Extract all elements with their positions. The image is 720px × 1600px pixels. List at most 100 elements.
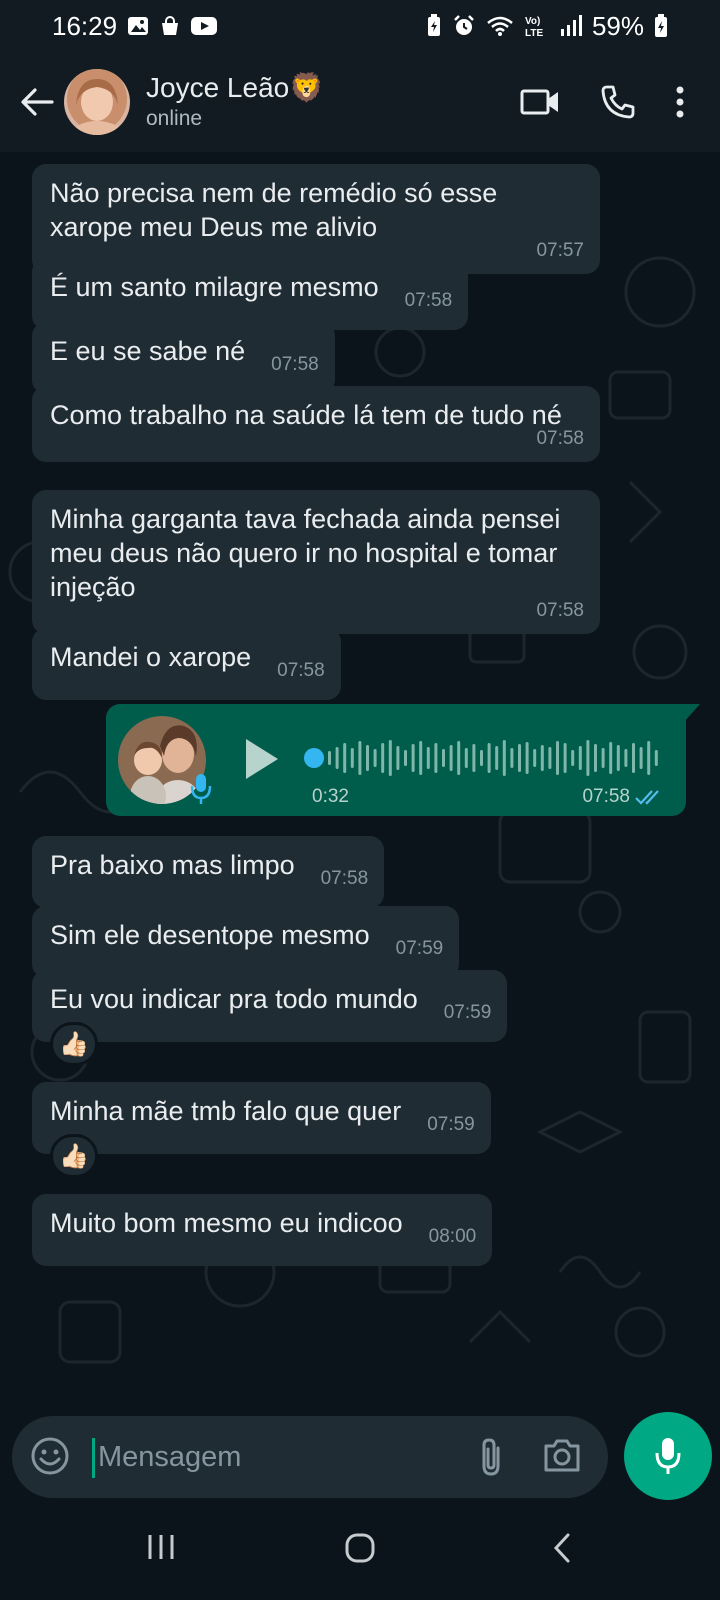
waveform-bar [647, 741, 651, 775]
system-nav-bar [0, 1506, 720, 1600]
waveform-bar [487, 743, 491, 773]
message-text: Minha garganta tava fechada ainda pensei… [50, 504, 561, 602]
camera-button[interactable] [542, 1436, 582, 1479]
message-text: E eu se sabe né [50, 336, 246, 366]
message-text: Mandei o xarope [50, 642, 252, 672]
message-bubble[interactable]: Como trabalho na saúde lá tem de tudo né… [32, 386, 600, 462]
waveform-bar [335, 747, 339, 769]
waveform-bar [563, 743, 567, 773]
shopping-bag-icon [159, 15, 181, 37]
phone-icon [601, 85, 635, 119]
thumbs-up-reaction: 👍🏻 [59, 1030, 89, 1058]
waveform-bar [502, 740, 506, 776]
waveform-bar [510, 748, 514, 768]
contact-status: online [146, 107, 203, 130]
waveform-bar [594, 744, 597, 772]
battery-icon [654, 14, 668, 38]
waveform-bar [472, 744, 476, 772]
emoji-icon [31, 1437, 69, 1475]
waveform-bar [495, 746, 499, 770]
volte-icon: Vo) LTE [524, 14, 550, 38]
message-composer [0, 1410, 720, 1506]
message-input[interactable] [98, 1430, 458, 1484]
message-bubble[interactable]: Muito bom mesmo eu indicoo 08:00 [32, 1194, 493, 1266]
message-text: É um santo milagre mesmo [50, 272, 379, 302]
waveform-bar [426, 747, 430, 769]
recent-apps-button[interactable] [146, 1532, 176, 1562]
waveform-bar [571, 750, 575, 766]
alarm-icon [452, 14, 476, 38]
battery-percentage: 59% [591, 10, 644, 41]
status-bar: 16:29 Vo) LTE 59% [0, 0, 720, 52]
waveform-bar [411, 744, 415, 772]
playhead-dot[interactable] [304, 748, 324, 768]
message-input-container[interactable] [12, 1416, 608, 1498]
voice-waveform[interactable] [302, 734, 664, 782]
text-cursor [92, 1438, 95, 1478]
play-button[interactable] [242, 736, 282, 787]
waveform-bar [548, 747, 552, 769]
microphone-icon [655, 1438, 681, 1474]
waveform-bar [388, 740, 392, 776]
contact-info[interactable]: Joyce Leão🦁 online [146, 71, 324, 133]
waveform-bar [434, 743, 438, 773]
message-text: Eu vou indicar pra todo mundo [50, 984, 418, 1014]
message-bubble[interactable]: Mandei o xarope 07:58 [32, 628, 341, 700]
message-bubble[interactable]: É um santo milagre mesmo 07:58 [32, 258, 469, 330]
waveform-bar [328, 751, 331, 765]
waveform-bar [632, 743, 635, 773]
more-options-button[interactable] [676, 86, 684, 118]
waveform-bar [533, 749, 537, 767]
contact-avatar[interactable] [64, 69, 130, 135]
record-voice-button[interactable] [624, 1412, 712, 1500]
waveform-bar [381, 743, 385, 773]
waveform-bar [639, 747, 643, 769]
waveform-bar [654, 750, 658, 766]
waveform-bar [366, 745, 369, 771]
message-time: 07:58 [404, 290, 453, 311]
wifi-icon [486, 15, 514, 37]
camera-icon [544, 1439, 580, 1472]
message-bubble[interactable]: Minha garganta tava fechada ainda pensei… [32, 490, 600, 634]
waveform-bar [404, 750, 407, 766]
waveform-bar [601, 748, 605, 768]
status-time: 16:29 [52, 10, 118, 41]
waveform-bar [464, 748, 468, 768]
waveform-bar [457, 741, 461, 775]
read-ticks-icon [634, 788, 666, 811]
emoji-button[interactable] [30, 1436, 70, 1481]
message-bubble[interactable]: E eu se sabe né 07:58 [32, 322, 335, 394]
home-icon [345, 1533, 375, 1563]
message-time: 07:58 [271, 354, 319, 375]
waveform-bar [396, 746, 400, 770]
message-bubble[interactable]: Sim ele desentope mesmo 07:59 [32, 906, 460, 978]
waveform-bar [358, 741, 362, 775]
waveform-bar [480, 750, 483, 766]
message-bubble[interactable]: Minha mãe tmb falo que quer 07:59 [32, 1082, 491, 1154]
message-bubble[interactable]: Eu vou indicar pra todo mundo 07:59 [32, 970, 508, 1042]
play-icon [246, 739, 278, 779]
waveform-bar [350, 748, 354, 768]
waveform-bar [442, 749, 445, 767]
reaction-badge[interactable]: 👍🏻 [50, 1022, 98, 1066]
back-nav-button[interactable] [552, 1532, 572, 1564]
message-text: Como trabalho na saúde lá tem de tudo né [50, 400, 562, 430]
message-bubble[interactable]: Pra baixo mas limpo 07:58 [32, 836, 385, 908]
attach-button[interactable] [476, 1436, 506, 1483]
waveform-bar [578, 746, 582, 770]
voice-message-bubble[interactable]: 0:32 07:58 [106, 704, 700, 816]
youtube-icon [191, 16, 218, 36]
home-button[interactable] [344, 1532, 376, 1564]
waveform-bar [540, 745, 544, 771]
voice-call-button[interactable] [600, 84, 636, 120]
gallery-icon [127, 15, 149, 37]
back-button[interactable] [10, 72, 64, 132]
message-text: Não precisa nem de remédio só esse xarop… [50, 178, 498, 242]
message-text: Muito bom mesmo eu indicoo [50, 1208, 403, 1238]
message-text: Minha mãe tmb falo que quer [50, 1096, 402, 1126]
chat-area[interactable]: Não precisa nem de remédio só esse xarop… [0, 152, 720, 1410]
video-call-button[interactable] [520, 88, 560, 116]
chat-header: Joyce Leão🦁 online [0, 52, 720, 152]
reaction-badge[interactable]: 👍🏻 [50, 1134, 98, 1178]
waveform-bar [343, 743, 347, 773]
